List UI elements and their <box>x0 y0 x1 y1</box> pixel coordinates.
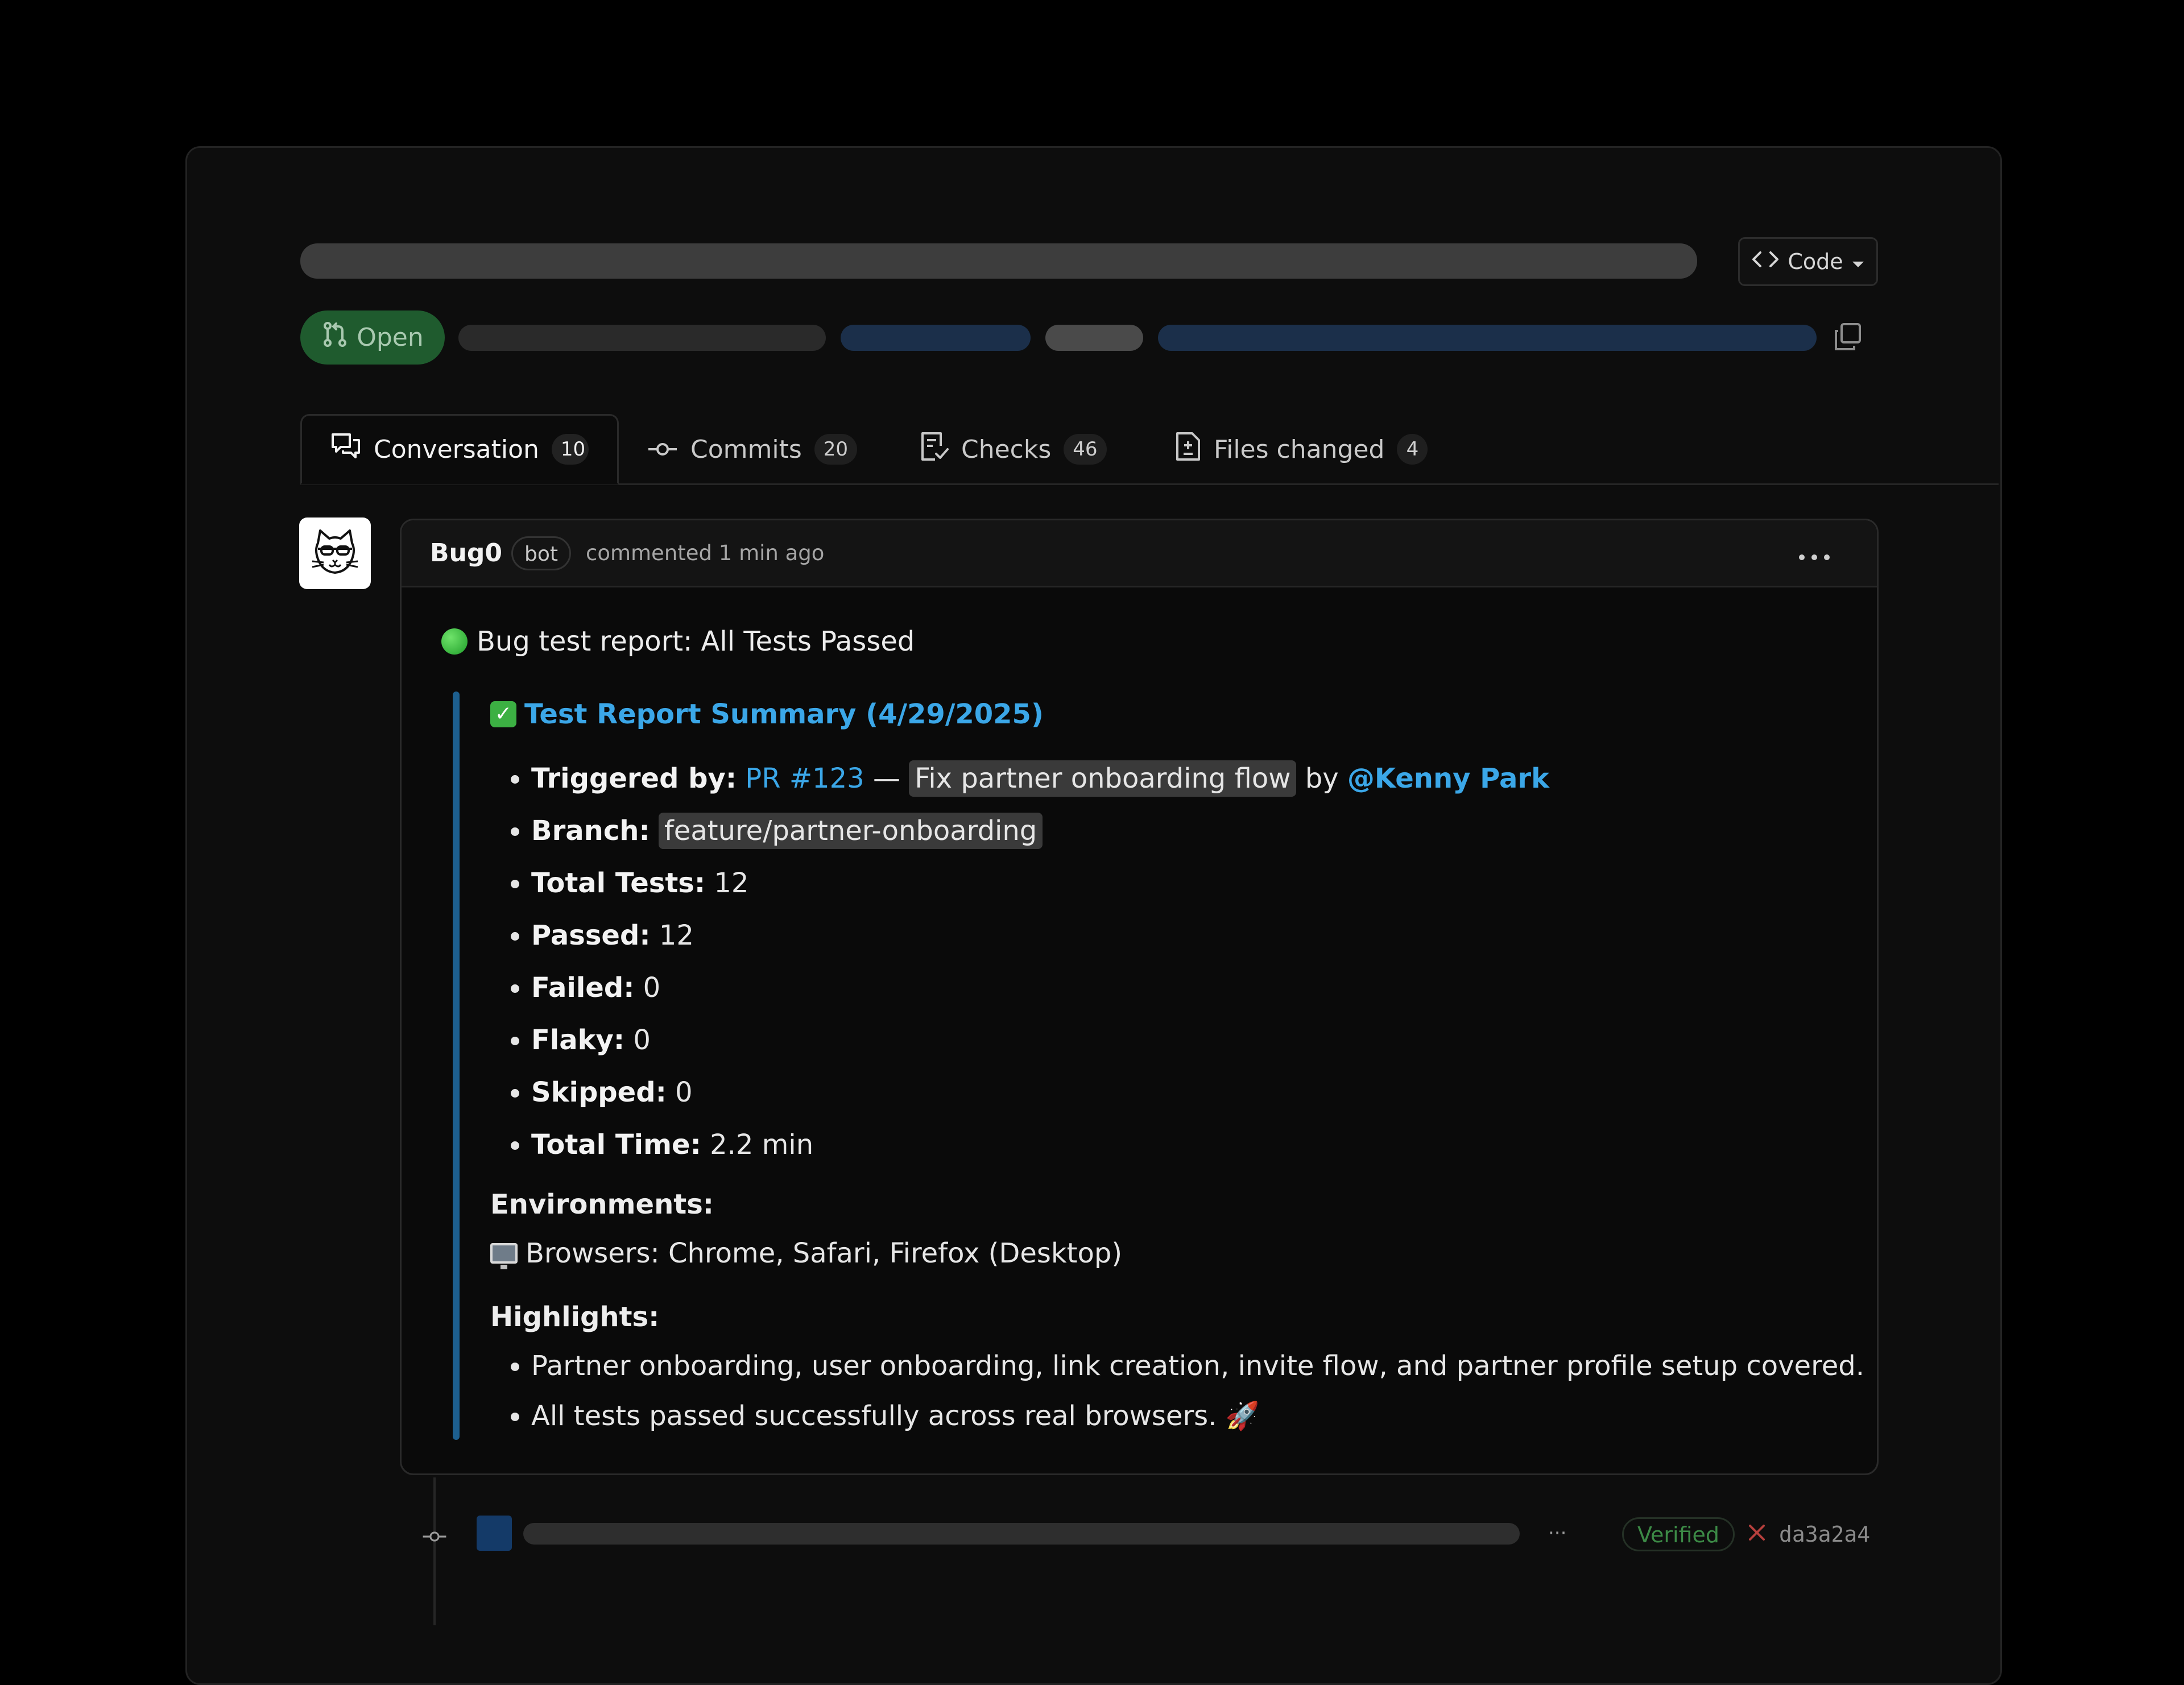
tab-conversation[interactable]: Conversation 10 <box>300 414 619 485</box>
tab-label: Files changed <box>1214 434 1385 464</box>
summary-heading: ✓ Test Report Summary (4/29/2025) <box>490 698 1044 730</box>
more-options-icon[interactable] <box>1797 541 1831 567</box>
list-item: Total Time: 2.2 min <box>531 1119 1549 1171</box>
tab-count: 20 <box>814 434 858 465</box>
green-circle-icon <box>441 628 468 655</box>
item-value: 12 <box>659 920 694 951</box>
bot-badge: bot <box>511 536 571 570</box>
item-label: Flaky: <box>531 1024 625 1056</box>
status-label: Open <box>357 323 424 352</box>
git-commit-icon <box>422 1524 447 1549</box>
by-text: by <box>1305 763 1339 794</box>
desktop-computer-icon <box>490 1243 518 1269</box>
list-item: Flaky: 0 <box>531 1014 1549 1066</box>
tab-files-changed[interactable]: Files changed 4 <box>1175 414 1428 485</box>
comment-author[interactable]: Bug0 <box>430 539 502 568</box>
check-mark-icon: ✓ <box>490 701 516 727</box>
commit-message-placeholder <box>523 1523 1520 1545</box>
code-icon <box>1751 248 1780 276</box>
checklist-icon <box>920 431 949 468</box>
item-label: Total Time: <box>531 1129 701 1161</box>
verified-badge[interactable]: Verified <box>1622 1517 1735 1551</box>
list-item: Partner onboarding, user onboarding, lin… <box>531 1341 1864 1391</box>
highlights-heading: Highlights: <box>490 1301 660 1333</box>
highlights-list: Partner onboarding, user onboarding, lin… <box>490 1341 1864 1441</box>
list-item: Passed: 12 <box>531 909 1549 962</box>
status-badge: Open <box>300 310 445 365</box>
item-label: Failed: <box>531 972 635 1004</box>
code-button-label: Code <box>1788 249 1843 274</box>
item-value: 12 <box>714 867 749 899</box>
summary-heading-text[interactable]: Test Report Summary (4/29/2025) <box>524 698 1044 730</box>
user-mention-link[interactable]: @Kenny Park <box>1347 763 1549 794</box>
tab-count: 46 <box>1064 434 1107 465</box>
x-icon[interactable] <box>1747 1517 1767 1551</box>
item-label: Total Tests: <box>531 867 706 899</box>
tab-count: 4 <box>1397 434 1428 465</box>
code-button[interactable]: Code <box>1738 237 1878 286</box>
branch-placeholder <box>1158 325 1817 351</box>
comment-header: Bug0 bot commented 1 min ago <box>402 520 1877 587</box>
summary-list: Triggered by: PR #123 — Fix partner onbo… <box>490 752 1549 1171</box>
list-item: Total Tests: 12 <box>531 857 1549 909</box>
item-label: Triggered by: <box>531 763 737 794</box>
commit-author-avatar[interactable] <box>477 1516 512 1551</box>
item-label: Passed: <box>531 920 651 951</box>
pr-meta-placeholder <box>458 325 826 351</box>
tab-count: 10 <box>551 434 589 465</box>
pr-title-placeholder <box>300 243 1697 279</box>
environments-heading: Environments: <box>490 1189 714 1220</box>
pr-title-code: Fix partner onboarding flow <box>909 760 1297 797</box>
report-title: Bug test report: All Tests Passed <box>441 626 915 657</box>
item-label: Branch: <box>531 815 650 847</box>
tab-checks[interactable]: Checks 46 <box>920 414 1107 485</box>
list-item: Failed: 0 <box>531 962 1549 1014</box>
pr-link[interactable]: PR #123 <box>745 763 864 794</box>
blockquote-bar <box>453 692 460 1440</box>
git-commit-icon <box>647 435 678 464</box>
environments-line: Browsers: Chrome, Safari, Firefox (Deskt… <box>490 1237 1122 1269</box>
item-value: 0 <box>675 1077 693 1108</box>
cat-icon <box>310 527 360 579</box>
comment-discussion-icon <box>330 432 361 467</box>
chevron-down-icon <box>1851 249 1865 274</box>
list-item: Branch: feature/partner-onboarding <box>531 805 1549 857</box>
git-pull-request-icon <box>321 321 349 354</box>
tab-label: Conversation <box>374 434 539 464</box>
tab-commits[interactable]: Commits 20 <box>647 414 858 485</box>
environments-text: Browsers: Chrome, Safari, Firefox (Deskt… <box>526 1237 1123 1269</box>
item-value: 0 <box>633 1024 651 1056</box>
branch-placeholder <box>841 325 1031 351</box>
file-diff-icon <box>1175 431 1201 468</box>
tab-label: Commits <box>690 434 802 464</box>
commit-more-button[interactable]: ··· <box>1548 1518 1566 1548</box>
copy-icon[interactable] <box>1833 322 1863 355</box>
dash: — <box>872 763 900 794</box>
commit-sha[interactable]: da3a2a4 <box>1779 1517 1870 1551</box>
list-item: All tests passed successfully across rea… <box>531 1391 1864 1441</box>
item-label: Skipped: <box>531 1077 667 1108</box>
comment-timestamp[interactable]: commented 1 min ago <box>586 541 824 565</box>
tab-label: Checks <box>961 434 1052 464</box>
pr-meta-placeholder <box>1045 325 1143 351</box>
timeline-line <box>433 1477 436 1625</box>
report-title-text: Bug test report: All Tests Passed <box>477 626 915 657</box>
item-value: 0 <box>643 972 661 1004</box>
list-item: Triggered by: PR #123 — Fix partner onbo… <box>531 752 1549 805</box>
branch-code: feature/partner-onboarding <box>658 813 1043 849</box>
item-value: 2.2 min <box>710 1129 814 1161</box>
avatar[interactable] <box>299 517 371 589</box>
list-item: Skipped: 0 <box>531 1066 1549 1119</box>
